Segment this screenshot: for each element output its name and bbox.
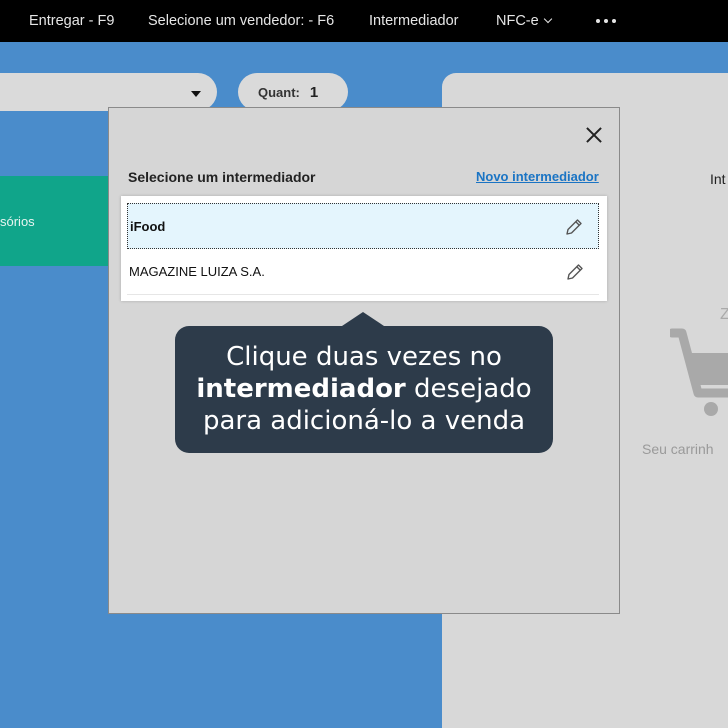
shopping-cart-icon — [670, 328, 728, 416]
menu-nfce[interactable]: NFC-e — [496, 0, 552, 42]
chevron-down-icon — [543, 14, 552, 24]
cart-sleep-text: Z — [720, 306, 728, 323]
intermediary-list: iFood MAGAZINE LUIZA S.A. — [121, 196, 607, 301]
menu-nfce-label: NFC-e — [496, 13, 539, 29]
intermediary-name: MAGAZINE LUIZA S.A. — [129, 264, 265, 279]
more-options-icon[interactable] — [596, 19, 616, 23]
pencil-edit-icon[interactable] — [565, 262, 585, 282]
menu-deliver[interactable]: Entregar - F9 — [29, 0, 114, 42]
intermediary-name: iFood — [130, 218, 166, 234]
modal-title: Selecione um intermediador — [128, 169, 316, 185]
tooltip-line-2-rest: desejado — [405, 374, 532, 404]
product-search-select[interactable] — [0, 73, 217, 111]
quantity-field[interactable]: Quant: 1 — [238, 73, 348, 111]
tooltip-arrow — [342, 312, 384, 326]
list-item[interactable]: MAGAZINE LUIZA S.A. — [127, 249, 599, 295]
category-label: sórios — [0, 214, 35, 229]
menu-intermediary[interactable]: Intermediador — [369, 0, 458, 42]
close-icon[interactable] — [583, 124, 605, 146]
quantity-value[interactable]: 1 — [310, 84, 318, 101]
quantity-label: Quant: — [258, 84, 300, 100]
tooltip-line-3: para adicioná-lo a venda — [202, 406, 526, 436]
cart-empty-text: Seu carrinh — [642, 441, 714, 457]
new-intermediary-link[interactable]: Novo intermediador — [476, 169, 599, 184]
tooltip-line-2: intermediador desejado — [175, 373, 553, 405]
tooltip-bold-word: intermediador — [196, 374, 406, 404]
category-tile[interactable]: sórios — [0, 176, 110, 266]
pencil-edit-icon[interactable] — [564, 217, 584, 237]
caret-down-icon[interactable] — [191, 91, 201, 97]
menu-select-seller[interactable]: Selecione um vendedor: - F6 — [148, 0, 334, 42]
tooltip-line-1: Clique duas vezes no — [226, 342, 502, 372]
cart-header: Int — [710, 171, 726, 187]
top-bar: Entregar - F9 Selecione um vendedor: - F… — [0, 0, 728, 42]
list-item[interactable]: iFood — [127, 203, 599, 249]
help-tooltip: Clique duas vezes no intermediador desej… — [175, 326, 553, 453]
